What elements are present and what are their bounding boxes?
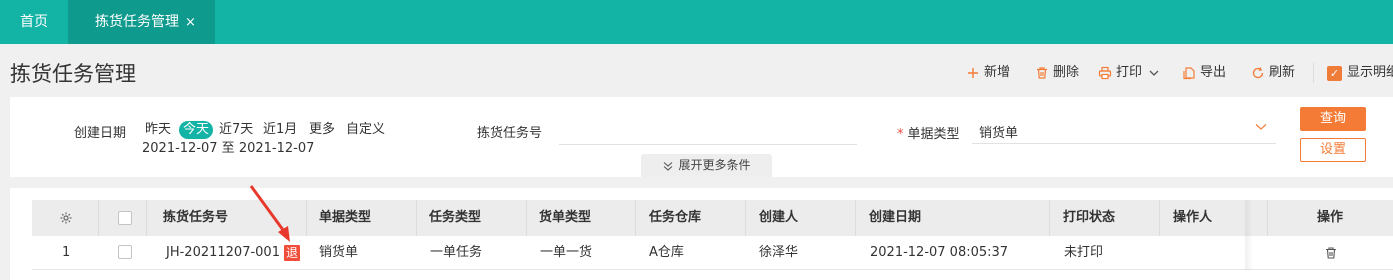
chevron-down-icon[interactable]: [1148, 67, 1160, 79]
column-header-doc-type[interactable]: 单据类型: [319, 200, 371, 236]
double-chevron-down-icon: [662, 160, 674, 172]
print-label: 打印: [1116, 65, 1143, 80]
filter-panel: 创建日期 昨天 今天 近7天 近1月 更多 自定义 2021-12-07 至 2…: [10, 97, 1393, 177]
fixed-column-shadow: [1245, 200, 1253, 270]
creator-cell: 徐泽华: [759, 245, 799, 260]
column-divider: [98, 200, 99, 236]
refresh-button[interactable]: 刷新: [1251, 63, 1295, 83]
plus-icon: [966, 66, 980, 80]
trash-icon[interactable]: [1324, 246, 1338, 260]
toolbar-divider: [1313, 63, 1314, 83]
order-type-cell: 一单一货: [540, 245, 593, 260]
doc-type-cell: 销货单: [319, 245, 359, 260]
top-tab-bar: 首页 拣货任务管理 ×: [0, 0, 1393, 44]
column-header-creator[interactable]: 创建人: [759, 200, 798, 236]
doc-type-select[interactable]: [972, 143, 1276, 144]
column-divider: [526, 200, 527, 236]
column-header-actions: 操作: [1316, 210, 1343, 225]
expand-conditions-label: 展开更多条件: [678, 158, 751, 172]
settings-gear-icon[interactable]: [59, 211, 73, 225]
column-divider: [855, 200, 856, 236]
column-divider: [306, 200, 307, 236]
task-no-input[interactable]: [559, 144, 857, 145]
add-label: 新增: [984, 65, 1011, 80]
refresh-label: 刷新: [1269, 65, 1296, 80]
column-header-task-type[interactable]: 任务类型: [429, 200, 481, 236]
print-button[interactable]: 打印: [1098, 63, 1160, 83]
show-detail-checkbox[interactable]: ✓ 显示明细: [1327, 63, 1393, 83]
tab-picking-task[interactable]: 拣货任务管理 ×: [68, 0, 215, 44]
column-divider: [416, 200, 417, 236]
column-header-created-at[interactable]: 创建日期: [869, 200, 921, 236]
annotation-arrow-icon: [248, 184, 298, 246]
date-label: 创建日期: [74, 126, 127, 141]
tab-home[interactable]: 首页: [0, 0, 68, 44]
column-divider: [745, 200, 746, 236]
select-all-checkbox[interactable]: [118, 211, 132, 225]
delete-label: 删除: [1053, 65, 1080, 80]
export-icon: [1182, 66, 1196, 80]
expand-conditions-button[interactable]: 展开更多条件: [641, 154, 772, 177]
doc-type-label: * 单据类型: [897, 123, 960, 142]
warehouse-cell: A仓库: [649, 245, 684, 260]
column-header-print-status[interactable]: 打印状态: [1063, 200, 1115, 236]
checkmark-icon: ✓: [1327, 65, 1342, 81]
tab-picking-task-label: 拣货任务管理: [95, 14, 179, 30]
refresh-icon: [1251, 66, 1265, 80]
table-row[interactable]: 1 JH-20211207-001 退 销货单 一单任务 一单一货 A仓库 徐泽华…: [32, 236, 1393, 270]
task-no-text: JH-20211207-001: [166, 245, 280, 260]
printer-icon: [1098, 66, 1112, 80]
required-mark: *: [897, 127, 904, 142]
date-range-text: 2021-12-07 至 2021-12-07: [142, 141, 315, 156]
created-at-cell: 2021-12-07 08:05:37: [870, 245, 1009, 260]
chevron-down-icon[interactable]: [1254, 121, 1268, 133]
delete-button[interactable]: 删除: [1035, 63, 1079, 83]
show-detail-label: 显示明细: [1347, 65, 1393, 80]
export-label: 导出: [1200, 65, 1227, 80]
trash-icon: [1035, 66, 1049, 80]
return-badge: 退: [283, 244, 300, 261]
print-status-cell: 未打印: [1064, 245, 1104, 260]
column-divider: [1049, 200, 1050, 236]
page-title: 拣货任务管理: [10, 62, 136, 86]
table-header: 拣货任务号 单据类型 任务类型 货单类型 任务仓库 创建人 创建日期 打印状态 …: [32, 200, 1393, 236]
column-header-task-no[interactable]: 拣货任务号: [163, 200, 228, 236]
column-divider: [1159, 200, 1160, 236]
task-table: 拣货任务号 单据类型 任务类型 货单类型 任务仓库 创建人 创建日期 打印状态 …: [10, 188, 1393, 280]
column-divider: [635, 200, 636, 236]
column-header-warehouse[interactable]: 任务仓库: [649, 200, 701, 236]
column-header-operator[interactable]: 操作人: [1173, 200, 1212, 236]
doc-type-select-value[interactable]: 销货单: [979, 122, 1018, 141]
column-header-order-type[interactable]: 货单类型: [539, 200, 591, 236]
date-option-custom[interactable]: 自定义: [344, 121, 387, 139]
task-type-cell: 一单任务: [430, 245, 483, 260]
row-index: 1: [62, 245, 71, 260]
doc-type-label-text: 单据类型: [907, 127, 960, 142]
setting-button[interactable]: 设置: [1300, 138, 1366, 162]
row-checkbox[interactable]: [118, 245, 132, 259]
close-icon[interactable]: ×: [185, 15, 196, 30]
add-button[interactable]: 新增: [966, 63, 1010, 83]
task-no-label: 拣货任务号: [477, 126, 543, 141]
export-button[interactable]: 导出: [1182, 63, 1226, 83]
column-divider: [146, 200, 147, 236]
query-button[interactable]: 查询: [1300, 107, 1366, 131]
